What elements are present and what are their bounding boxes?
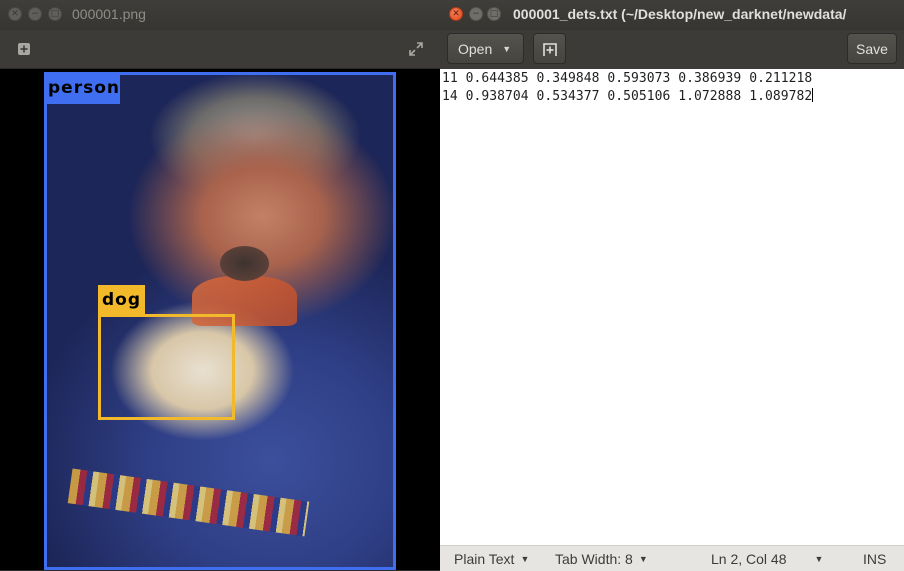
image-viewer-titlebar[interactable]: ✕ − □ 000001.png [0,0,440,30]
person-box-label: person [44,72,120,104]
text-line[interactable]: 14 0.938704 0.534377 0.505106 1.072888 1… [442,88,814,104]
dog-bounding-box [98,314,235,420]
status-bar: Plain Text ▼ Tab Width: 8 ▼ Ln 2, Col 48 ▼ … [440,545,904,571]
chevron-down-icon: ▼ [502,43,512,54]
window-title: 000001.png [72,6,146,22]
text-editor-titlebar[interactable]: ✕ − □ 000001_dets.txt (~/Desktop/new_dar… [440,0,904,30]
chevron-down-icon: ▼ [638,554,648,564]
tab-width-label: Tab Width: 8 [555,551,633,567]
close-icon[interactable]: ✕ [449,7,463,21]
maximize-icon[interactable]: □ [487,7,501,21]
chevron-down-icon: ▼ [814,554,824,564]
cursor-position-selector[interactable]: Ln 2, Col 48 ▼ [711,551,823,567]
language-label: Plain Text [454,551,515,567]
dog-box-label: dog [98,285,145,315]
minimize-icon[interactable]: − [28,7,42,21]
chevron-down-icon: ▼ [520,554,530,564]
tab-width-selector[interactable]: Tab Width: 8 ▼ [555,551,648,567]
expand-icon[interactable] [405,38,427,60]
save-button[interactable]: Save [847,33,897,64]
window-title: 000001_dets.txt (~/Desktop/new_darknet/n… [513,6,847,22]
minimize-icon[interactable]: − [469,7,483,21]
insert-mode-indicator[interactable]: INS [863,551,886,567]
text-line-content: 14 0.938704 0.534377 0.505106 1.072888 1… [442,89,813,104]
cursor-position-label: Ln 2, Col 48 [711,551,787,567]
plus-icon[interactable] [13,38,35,60]
text-line[interactable]: 11 0.644385 0.349848 0.593073 0.386939 0… [442,71,812,86]
open-button[interactable]: Open ▼ [447,33,524,64]
new-tab-button[interactable] [533,33,566,64]
image-viewer-toolbar [0,30,440,69]
text-editor-window: ✕ − □ 000001_dets.txt (~/Desktop/new_dar… [440,0,904,571]
text-editor-content[interactable]: 11 0.644385 0.349848 0.593073 0.386939 0… [440,69,904,545]
open-button-label: Open [458,40,493,57]
text-cursor [812,88,814,102]
image-viewer-window: ✕ − □ 000001.png person dog [0,0,440,570]
text-editor-toolbar: Open ▼ Save [440,30,904,69]
new-tab-icon [542,42,557,56]
language-selector[interactable]: Plain Text ▼ [454,551,529,567]
maximize-icon[interactable]: □ [48,7,62,21]
close-icon[interactable]: ✕ [8,7,22,21]
